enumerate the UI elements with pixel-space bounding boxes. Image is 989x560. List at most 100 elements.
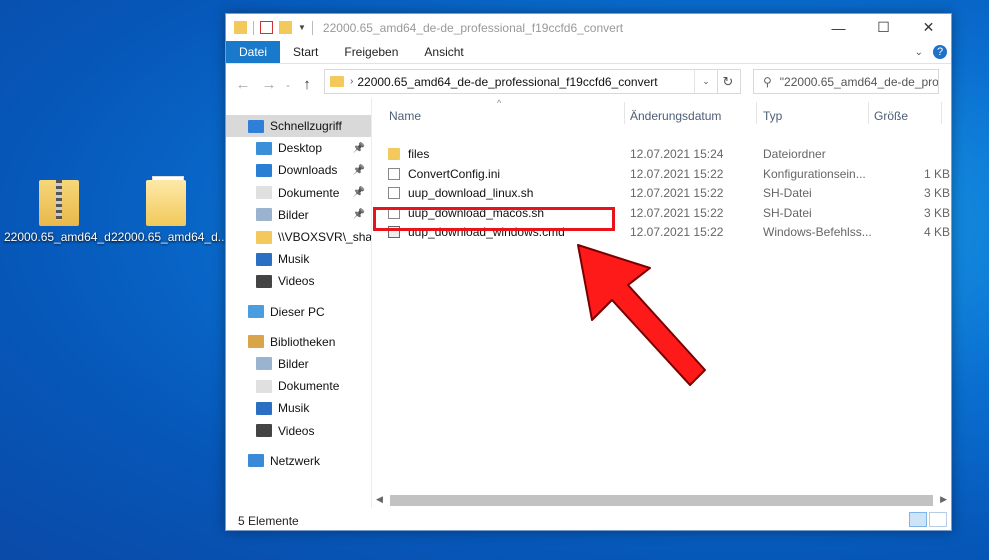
new-folder-icon[interactable] [279, 21, 292, 34]
network-drive-icon [256, 230, 272, 244]
file-name: uup_download_linux.sh [408, 186, 534, 200]
file-type: Windows-Befehlss... [763, 225, 872, 239]
file-name: files [408, 147, 430, 161]
nav-item[interactable]: Musik [226, 397, 371, 419]
details-view-button[interactable] [909, 512, 927, 527]
nav-item-label: Dokumente [278, 379, 340, 394]
highlight-box [373, 207, 615, 231]
nav-item-label: Bibliotheken [270, 334, 336, 349]
config-file-icon [388, 167, 400, 180]
ribbon: Datei Start Freigeben Ansicht ⌄ ? [226, 41, 951, 64]
divider [941, 102, 942, 124]
file-date: 12.07.2021 15:22 [630, 225, 724, 239]
refresh-button[interactable]: ↻ [716, 69, 741, 94]
nav-item[interactable]: Desktop 📌 [226, 137, 371, 159]
table-row[interactable]: files 12.07.2021 15:24 Dateiordner [386, 144, 946, 164]
minimize-button[interactable]: — [816, 14, 861, 41]
address-bar[interactable]: › 22000.65_amd64_de-de_professional_f19c… [324, 69, 718, 94]
scroll-left-icon[interactable]: ◀ [376, 494, 383, 505]
nav-item[interactable]: Bilder 📌 [226, 204, 371, 226]
nav-item[interactable]: Dokumente 📌 [226, 182, 371, 204]
breadcrumb[interactable]: 22000.65_amd64_de-de_professional_f19ccf… [357, 75, 657, 89]
search-input[interactable]: ⚲ "22000.65_amd64_de-de_pro... [753, 69, 939, 94]
nav-item-label: Netzwerk [270, 453, 321, 468]
search-icon: ⚲ [763, 74, 772, 89]
divider [624, 102, 625, 124]
libraries-icon [248, 335, 264, 349]
help-icon[interactable]: ? [933, 45, 947, 59]
tab-datei[interactable]: Datei [226, 41, 281, 63]
back-arrow-icon[interactable]: ← [230, 76, 256, 93]
documents-icon [256, 379, 272, 393]
nav-item[interactable]: Videos [226, 419, 371, 441]
sort-caret-icon: ^ [497, 98, 502, 108]
nav-item-label: Dieser PC [270, 304, 325, 319]
videos-icon [256, 424, 272, 438]
nav-item[interactable]: Bibliotheken [226, 331, 371, 353]
pin-icon: 📌 [352, 187, 365, 199]
column-header-type[interactable]: Typ [763, 103, 782, 129]
file-list: ^ Name Änderungsdatum Typ Größe files 12.… [372, 98, 951, 506]
nav-item[interactable]: Videos [226, 270, 371, 292]
nav-item-label: Desktop [278, 141, 323, 156]
nav-item[interactable]: Musik [226, 248, 371, 270]
table-row[interactable]: uup_download_linux.sh 12.07.2021 15:22 SH-… [386, 183, 950, 203]
nav-item-label: Bilder [278, 356, 309, 371]
scroll-right-icon[interactable]: ▶ [940, 494, 947, 505]
nav-item[interactable]: Bilder [226, 353, 371, 375]
nav-item[interactable]: Netzwerk [226, 450, 371, 472]
desktop-icon-folder[interactable]: 22000.65_amd64_d... [111, 176, 228, 244]
table-row[interactable]: ConvertConfig.ini 12.07.2021 15:22 Konfigu… [386, 164, 950, 184]
tab-freigeben[interactable]: Freigeben [331, 41, 411, 63]
chevron-down-icon[interactable]: ⌄ [694, 70, 717, 93]
desktop-icon-zip[interactable]: 22000.65_amd64_d... [4, 180, 121, 244]
large-icons-view-button[interactable] [929, 512, 947, 527]
column-header-size[interactable]: Größe [874, 103, 908, 129]
horizontal-scrollbar[interactable]: ◀ ▶ [372, 492, 951, 509]
file-type: Dateiordner [763, 147, 826, 161]
file-size: 4 KB [923, 225, 950, 239]
chevron-down-icon[interactable]: ▼ [298, 23, 306, 32]
nav-item-label: \\VBOXSVR\_shared [278, 230, 371, 245]
close-button[interactable]: ✕ [906, 14, 951, 41]
column-header-date[interactable]: Änderungsdatum [630, 103, 721, 129]
quick-access-toolbar: ▼ [226, 20, 313, 35]
divider [868, 102, 869, 124]
maximize-button[interactable]: ☐ [861, 14, 906, 41]
file-icon [388, 187, 400, 199]
nav-item-label: Downloads [278, 163, 338, 178]
nav-item-label: Schnellzugriff [270, 119, 342, 134]
folder-icon [234, 21, 247, 34]
title-bar: ▼ 22000.65_amd64_de-de_professional_f19c… [226, 14, 951, 41]
pictures-icon [256, 357, 272, 371]
desktop-icon-label: 22000.65_amd64_d... [111, 230, 228, 244]
nav-item[interactable]: \\VBOXSVR\_shared [226, 226, 371, 248]
file-date: 12.07.2021 15:22 [630, 186, 724, 200]
documents-icon [256, 186, 272, 200]
divider [756, 102, 757, 124]
up-arrow-icon[interactable]: ↑ [294, 76, 320, 93]
item-count: 5 Elemente [238, 514, 299, 528]
music-icon [256, 252, 272, 266]
pin-icon: 📌 [352, 164, 365, 176]
file-date: 12.07.2021 15:22 [630, 205, 724, 220]
recent-locations-icon[interactable]: ⌄ [282, 80, 294, 89]
pin-icon: 📌 [352, 142, 365, 154]
forward-arrow-icon[interactable]: → [256, 76, 282, 93]
nav-item[interactable]: Downloads 📌 [226, 159, 371, 181]
scrollbar-thumb[interactable] [390, 495, 933, 506]
music-icon [256, 401, 272, 415]
properties-icon[interactable] [260, 21, 273, 34]
tab-ansicht[interactable]: Ansicht [411, 41, 476, 63]
pictures-icon [256, 208, 272, 222]
chevron-down-icon[interactable]: ⌄ [915, 47, 923, 58]
nav-item[interactable]: Schnellzugriff [226, 115, 371, 138]
nav-item[interactable]: Dieser PC [226, 301, 371, 323]
tab-start[interactable]: Start [280, 41, 331, 63]
window-title: 22000.65_amd64_de-de_professional_f19ccf… [322, 20, 624, 35]
column-header-name[interactable]: Name [389, 103, 421, 129]
nav-item[interactable]: Dokumente [226, 375, 371, 397]
file-type: Konfigurationsein... [763, 166, 866, 181]
